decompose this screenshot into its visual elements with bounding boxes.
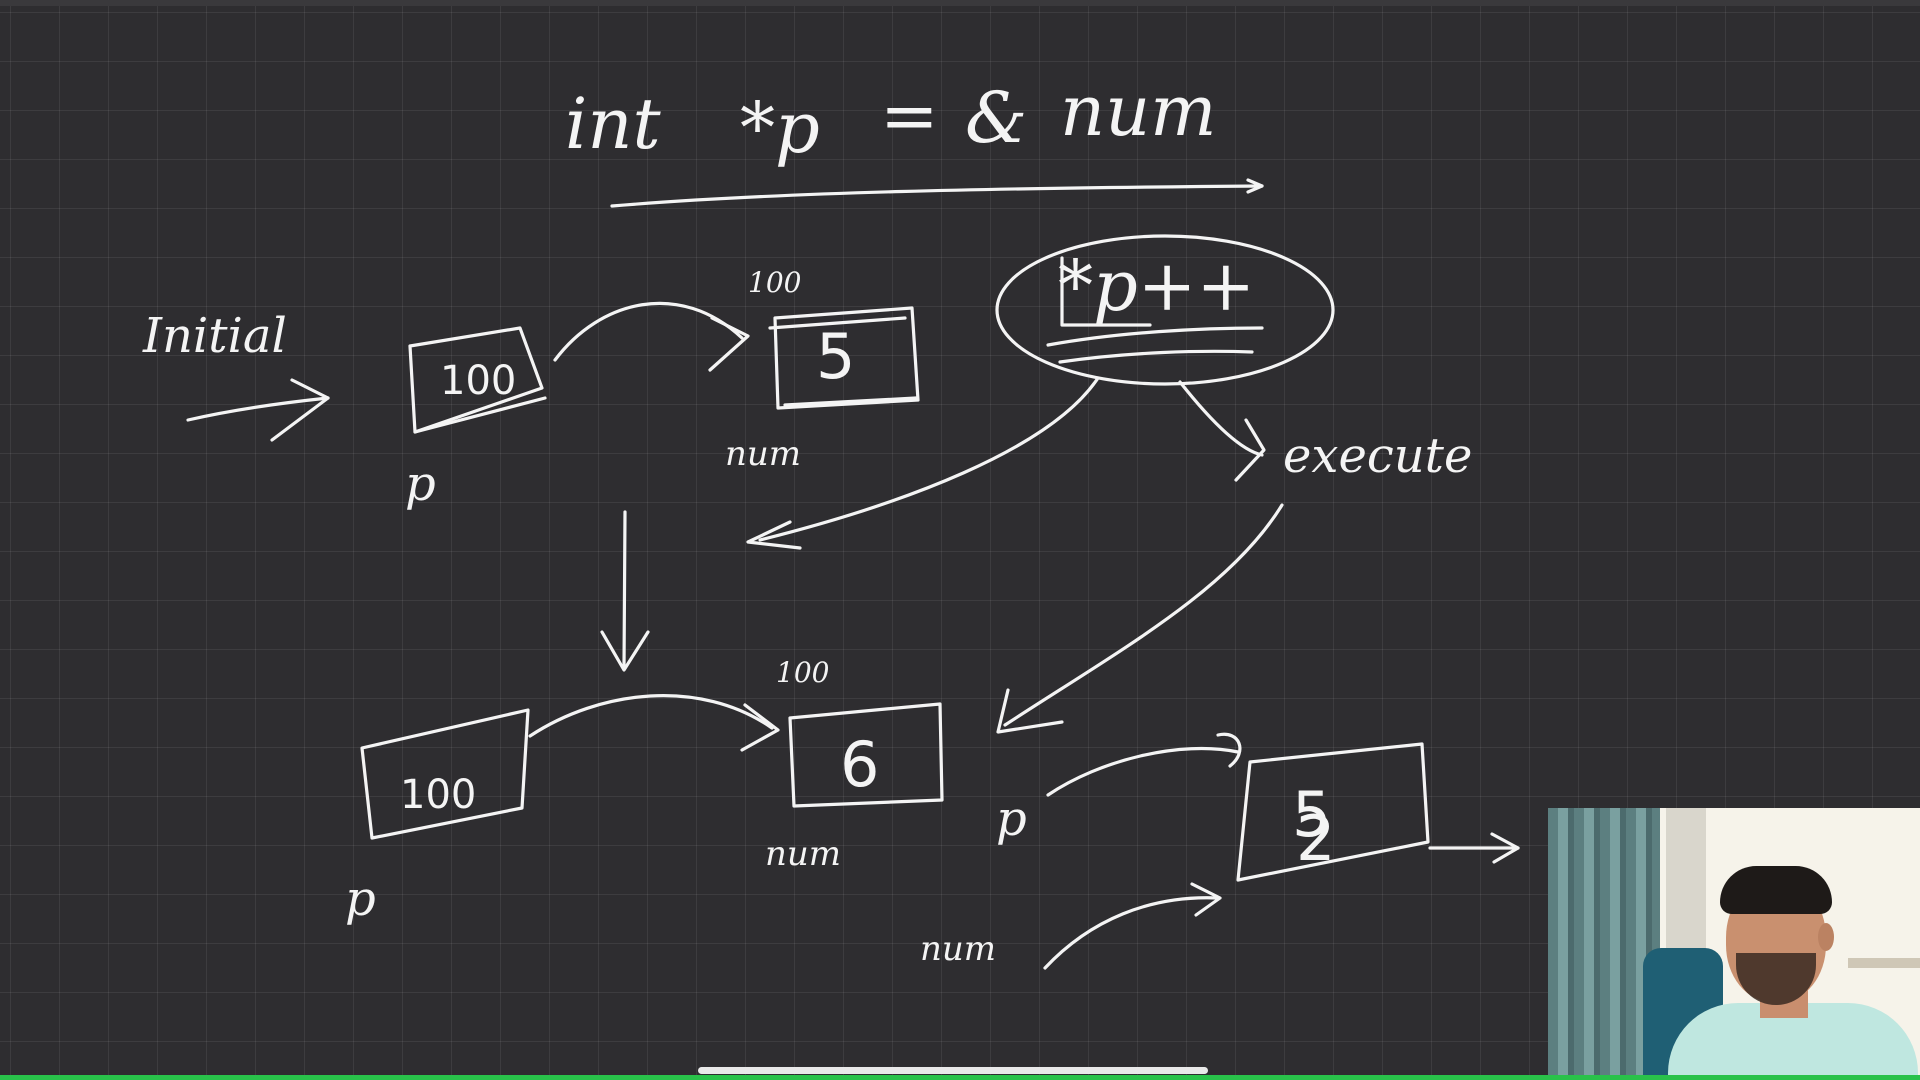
pointer-to-num-arrowhead-bottom xyxy=(740,703,780,752)
pointer-value-bottom: 100 xyxy=(400,772,476,818)
pointer-name-step3: p xyxy=(996,791,1027,847)
pointer-to-num-arrow-bottom xyxy=(528,694,774,738)
presenter-webcam xyxy=(1548,808,1920,1075)
initial-arrow-head xyxy=(270,378,330,442)
declaration-pointer: *p xyxy=(740,87,820,169)
num-value-bottom: 6 xyxy=(840,728,879,801)
pointer-name-top: p xyxy=(405,456,436,512)
bottom-accent-line xyxy=(0,1075,1920,1080)
pointer-to-num-arrow-top xyxy=(553,301,744,362)
num-name-step3: num xyxy=(920,929,996,969)
declaration-address-of: & xyxy=(965,77,1027,159)
declaration-underline xyxy=(610,184,1264,208)
target-value-new-step3: 2 xyxy=(1296,802,1335,875)
num-name-top: num xyxy=(725,434,801,474)
presenter-ear xyxy=(1818,923,1834,951)
presenter-hair xyxy=(1720,866,1832,914)
expression-text: *p++ xyxy=(1058,245,1255,327)
initial-arrow xyxy=(186,396,330,422)
num-address-top: 100 xyxy=(748,266,801,299)
pointer-to-target-arrow-step3 xyxy=(1046,746,1240,797)
num-name-bottom: num xyxy=(765,834,841,874)
num-address-bottom: 100 xyxy=(776,656,829,689)
step-down-arrow xyxy=(622,510,627,670)
expression-underline-1 xyxy=(1046,326,1264,347)
pointer-name-bottom: p xyxy=(345,871,376,927)
webcam-shelf xyxy=(1848,958,1920,968)
num-to-target-arrow-step3 xyxy=(1043,896,1220,970)
expression-to-execute-arrow xyxy=(1178,380,1264,457)
home-indicator-bar[interactable] xyxy=(698,1067,1208,1074)
declaration-equals: = xyxy=(880,75,939,157)
execute-label: execute xyxy=(1283,428,1472,484)
declaration-keyword: int xyxy=(565,83,661,165)
pointer-value-top: 100 xyxy=(440,358,516,404)
expression-underline-2 xyxy=(1058,349,1254,364)
execute-to-step3-arrow xyxy=(1003,503,1284,727)
num-value-top: 5 xyxy=(816,320,855,393)
pointer-to-num-arrowhead-top xyxy=(708,316,750,372)
declaration-variable: num xyxy=(1060,70,1217,152)
initial-label: Initial xyxy=(142,308,287,364)
